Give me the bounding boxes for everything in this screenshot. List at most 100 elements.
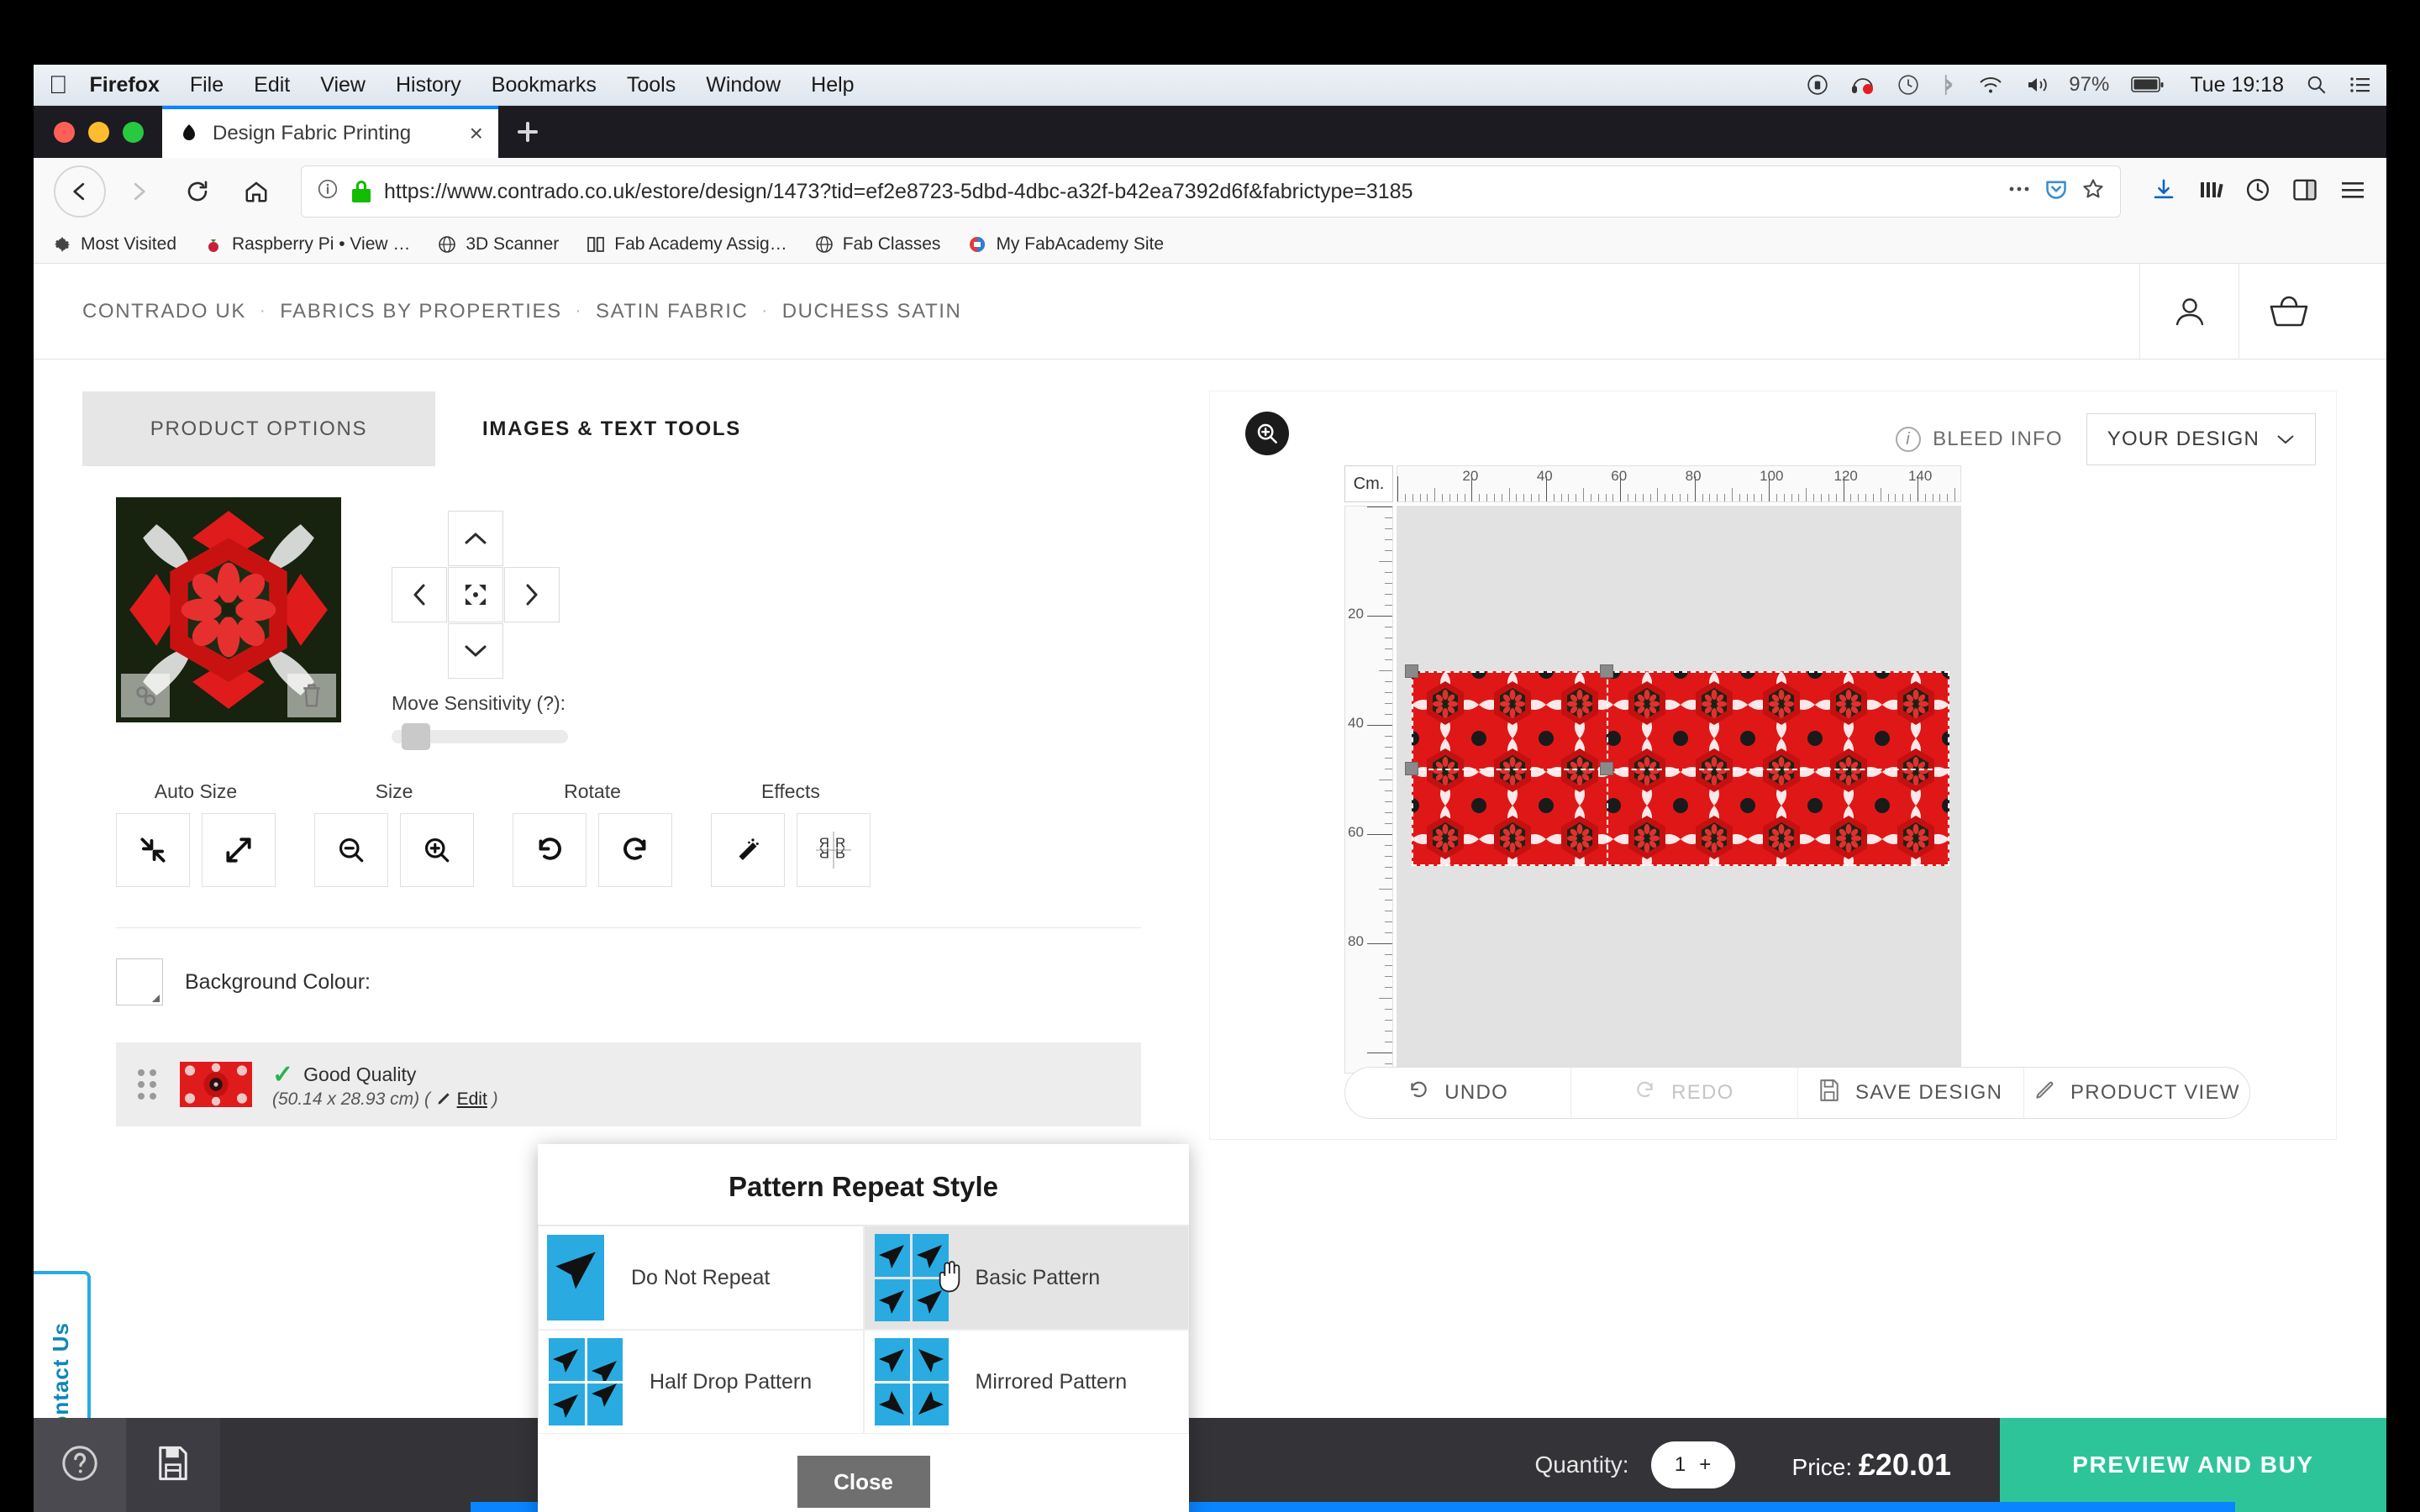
volume-icon[interactable] [2025, 75, 2050, 95]
pattern-option-mirrored-pattern[interactable]: Mirrored Pattern [863, 1330, 1189, 1434]
screen-record-icon[interactable] [1807, 74, 1828, 96]
move-up-button[interactable] [448, 511, 503, 566]
downloads-icon[interactable] [2151, 177, 2176, 207]
quantity-input[interactable]: 1 + [1650, 1441, 1735, 1488]
window-controls[interactable] [34, 122, 162, 158]
rotate-right-icon[interactable] [598, 813, 672, 887]
zoom-in-icon[interactable] [1245, 412, 1289, 455]
menu-item-view[interactable]: View [320, 73, 366, 97]
pocket-icon[interactable] [2044, 177, 2068, 207]
pattern-repeat-icon[interactable]: R R R R [797, 813, 871, 887]
sidebar-icon[interactable] [2292, 178, 2317, 206]
bookmark-raspberry-pi[interactable]: Raspberry Pi • View … [203, 234, 410, 255]
new-tab-button[interactable] [498, 106, 557, 158]
library-icon[interactable] [2198, 178, 2223, 206]
design-canvas[interactable] [1397, 506, 1961, 1074]
slider-knob[interactable] [402, 723, 430, 750]
rotate-left-icon[interactable] [513, 813, 587, 887]
breadcrumb-item-contrado-uk[interactable]: CONTRADO UK [82, 300, 246, 323]
reload-icon[interactable] [171, 165, 224, 218]
breadcrumb-item-duchess-satin[interactable]: DUCHESS SATIN [782, 300, 962, 323]
auto-size-shrink-icon[interactable] [116, 813, 190, 887]
layer-edit-link[interactable]: Edit [457, 1089, 487, 1109]
lock-icon[interactable] [352, 181, 371, 202]
ruler-unit-label[interactable]: Cm. [1344, 465, 1393, 502]
resize-handle-top-center[interactable] [1600, 664, 1613, 678]
search-icon[interactable] [2306, 74, 2328, 96]
bookmark-fab-classes[interactable]: Fab Classes [814, 234, 940, 255]
page-actions-icon[interactable] [2007, 178, 2031, 206]
address-bar[interactable]: https://www.contrado.co.uk/estore/design… [301, 165, 2121, 218]
browser-tab[interactable]: Design Fabric Printing × [162, 106, 498, 158]
move-down-button[interactable] [448, 623, 503, 679]
move-center-icon[interactable] [448, 567, 503, 622]
pencil-icon[interactable] [435, 1089, 457, 1109]
menu-item-tools[interactable]: Tools [627, 73, 676, 97]
duplicate-icon[interactable] [121, 674, 170, 717]
url-text[interactable]: https://www.contrado.co.uk/estore/design… [384, 180, 1994, 204]
menu-item-bookmarks[interactable]: Bookmarks [492, 73, 597, 97]
resize-handle-center[interactable] [1600, 762, 1613, 775]
battery-icon[interactable] [2131, 76, 2165, 94]
close-window-button[interactable] [54, 122, 75, 143]
redo-button[interactable]: REDO [1571, 1068, 1798, 1118]
resize-handle-top-left[interactable] [1405, 664, 1418, 678]
move-left-button[interactable] [392, 567, 447, 622]
notification-center-icon[interactable] [2349, 75, 2371, 95]
page-info-icon[interactable] [317, 178, 339, 206]
back-icon[interactable] [54, 165, 106, 218]
apple-icon[interactable]:  [49, 72, 68, 97]
help-button[interactable] [34, 1418, 126, 1512]
tab-product-options[interactable]: PRODUCT OPTIONS [82, 391, 435, 467]
headphones-icon[interactable] [1850, 74, 1876, 96]
delete-icon[interactable] [287, 674, 336, 717]
move-right-button[interactable] [504, 567, 560, 622]
wifi-icon[interactable] [1978, 75, 2003, 95]
forward-icon[interactable] [113, 165, 165, 218]
bookmark-fab-academy-assignments[interactable]: Fab Academy Assig… [586, 234, 787, 255]
menu-item-window[interactable]: Window [706, 73, 781, 97]
quantity-stepper[interactable]: Quantity: 1 + [1534, 1441, 1735, 1488]
your-design-dropdown[interactable]: YOUR DESIGN [2086, 413, 2316, 465]
quantity-increase-button[interactable]: + [1699, 1453, 1711, 1477]
product-view-button[interactable]: PRODUCT VIEW [2024, 1068, 2249, 1118]
time-machine-icon[interactable] [1897, 74, 1919, 96]
menu-icon[interactable] [2339, 178, 2366, 206]
bookmark-my-fabacademy-site[interactable]: My FabAcademy Site [967, 234, 1164, 255]
close-icon[interactable]: × [470, 120, 483, 147]
pattern-option-do-not-repeat[interactable]: Do Not Repeat [538, 1226, 864, 1330]
preview-and-buy-button[interactable]: PREVIEW AND BUY [2000, 1418, 2386, 1512]
bleed-info-button[interactable]: i BLEED INFO [1896, 427, 2063, 452]
save-design-button[interactable]: SAVE DESIGN [1798, 1068, 2024, 1118]
menu-item-file[interactable]: File [190, 73, 224, 97]
background-colour-swatch[interactable] [116, 958, 163, 1005]
auto-size-expand-icon[interactable] [202, 813, 276, 887]
drag-handle-icon[interactable] [138, 1066, 160, 1103]
resize-handle-middle-left[interactable] [1405, 762, 1418, 775]
basket-icon[interactable] [2238, 264, 2338, 360]
maximize-window-button[interactable] [123, 122, 144, 143]
pattern-option-basic-pattern[interactable]: Basic Pattern [863, 1226, 1189, 1330]
undo-button[interactable]: UNDO [1345, 1068, 1572, 1118]
tab-images-text-tools[interactable]: IMAGES & TEXT TOOLS [435, 391, 788, 467]
zoom-in-icon[interactable] [400, 813, 474, 887]
bookmark-most-visited[interactable]: Most Visited [52, 234, 176, 255]
zoom-out-icon[interactable] [314, 813, 388, 887]
move-sensitivity-slider[interactable] [392, 723, 568, 750]
minimize-window-button[interactable] [88, 122, 109, 143]
close-button[interactable]: Close [797, 1456, 930, 1508]
menu-item-help[interactable]: Help [811, 73, 854, 97]
pattern-option-half-drop-pattern[interactable]: Half Drop Pattern [538, 1330, 864, 1434]
save-button[interactable] [126, 1418, 220, 1512]
home-icon[interactable] [230, 165, 282, 218]
breadcrumb-item-fabrics-by-properties[interactable]: FABRICS BY PROPERTIES [280, 300, 561, 323]
bookmark-star-icon[interactable] [2081, 177, 2105, 207]
bookmark-3d-scanner[interactable]: 3D Scanner [437, 234, 559, 255]
bluetooth-icon[interactable] [1941, 74, 1956, 96]
breadcrumb-item-satin-fabric[interactable]: SATIN FABRIC [596, 300, 748, 323]
menu-item-firefox[interactable]: Firefox [90, 73, 160, 97]
layer-list-item[interactable]: ✓ Good Quality (50.14 x 28.93 cm) ( Edit [116, 1042, 1141, 1126]
magic-wand-icon[interactable] [711, 813, 785, 887]
history-icon[interactable] [2245, 177, 2270, 207]
menu-item-edit[interactable]: Edit [254, 73, 290, 97]
